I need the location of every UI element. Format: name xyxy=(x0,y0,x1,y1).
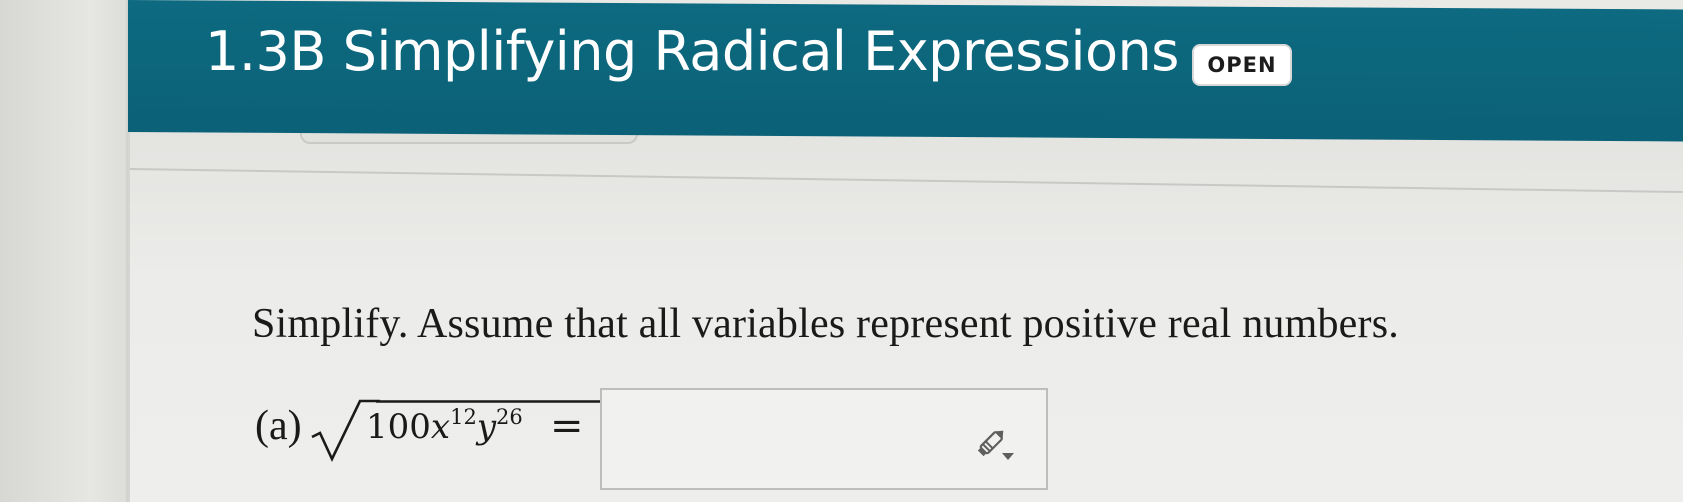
part-a-label: (a) xyxy=(255,403,302,449)
question-instruction: Simplify. Assume that all variables repr… xyxy=(252,301,1399,347)
page-title: 1.3B Simplifying Radical Expressions xyxy=(205,20,1179,83)
open-status-badge: OPEN xyxy=(1192,44,1292,86)
variable-y: y xyxy=(476,407,497,447)
coefficient: 100 xyxy=(366,407,431,447)
equals-sign: = xyxy=(550,403,584,449)
variable-x: x xyxy=(430,407,451,447)
pencil-dropdown-icon[interactable] xyxy=(974,420,1016,462)
radicand: 100x12y26 xyxy=(366,404,523,447)
exponent-y: 26 xyxy=(496,404,523,429)
chevron-down-icon xyxy=(1002,453,1014,460)
pencil-icon xyxy=(977,430,1014,460)
left-margin xyxy=(0,0,130,502)
exponent-x: 12 xyxy=(450,404,477,429)
